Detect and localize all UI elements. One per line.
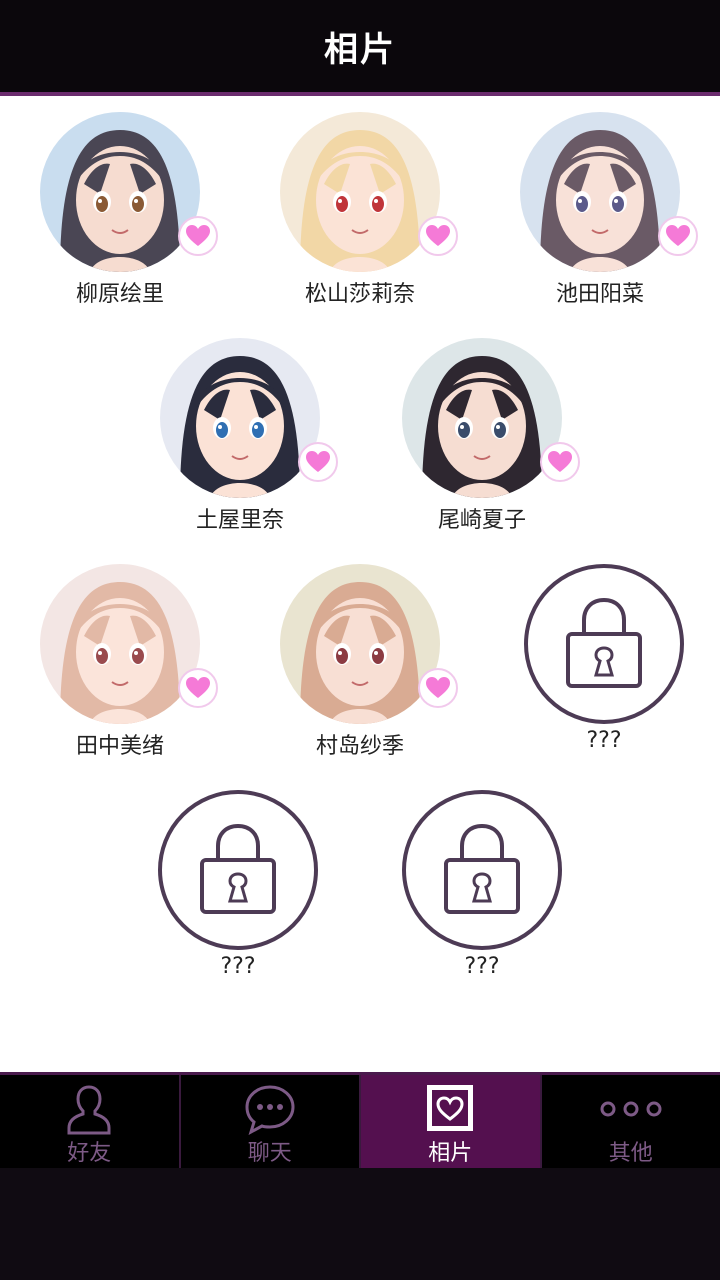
character-name: 柳原绘里 (75, 282, 164, 307)
heart-icon (298, 442, 338, 482)
bottom-tab-bar: 好友 聊天 相片 其他 (0, 1072, 720, 1168)
character-name: ??? (586, 728, 622, 753)
top-bar: 相片 (0, 0, 720, 96)
heart-icon (418, 668, 458, 708)
friend-icon (65, 1083, 113, 1135)
chat-bubble-icon (243, 1083, 297, 1135)
tab-label: 好友 (67, 1141, 112, 1166)
character-portrait[interactable] (520, 112, 680, 272)
locked-character-card[interactable]: ??? (118, 774, 358, 1000)
locked-character-card[interactable]: ??? (484, 548, 720, 774)
tab-friends[interactable]: 好友 (0, 1075, 181, 1168)
locked-portrait[interactable] (158, 790, 318, 950)
character-name: ??? (220, 954, 256, 979)
heart-icon (658, 216, 698, 256)
tab-photos[interactable]: 相片 (361, 1075, 542, 1168)
tab-label: 相片 (428, 1141, 473, 1166)
lock-icon (440, 818, 524, 922)
character-name: 池田阳菜 (555, 282, 644, 307)
character-card[interactable]: 松山莎莉奈 (240, 96, 480, 322)
character-card[interactable]: 池田阳菜 (480, 96, 720, 322)
character-portrait[interactable] (40, 112, 200, 272)
character-name: 村岛纱季 (315, 734, 404, 759)
character-grid: 柳原绘里 松山莎莉奈 池田阳菜 土屋里奈 尾崎夏子 田中美绪 村岛纱季 ??? … (0, 96, 720, 1072)
bottom-area (0, 1168, 720, 1280)
more-dots-icon (596, 1083, 666, 1135)
lock-icon (562, 592, 646, 696)
page-title: 相片 (324, 29, 396, 70)
heart-icon (178, 216, 218, 256)
character-portrait[interactable] (280, 564, 440, 724)
photo-heart-icon (423, 1083, 477, 1135)
character-name: 尾崎夏子 (437, 508, 526, 533)
character-name: 松山莎莉奈 (304, 282, 415, 307)
locked-portrait[interactable] (402, 790, 562, 950)
heart-icon (540, 442, 580, 482)
tab-label: 其他 (608, 1141, 653, 1166)
character-name: ??? (464, 954, 500, 979)
character-portrait[interactable] (40, 564, 200, 724)
character-name: 田中美绪 (75, 734, 164, 759)
character-card[interactable]: 尾崎夏子 (362, 322, 602, 548)
character-card[interactable]: 村岛纱季 (240, 548, 480, 774)
locked-portrait[interactable] (524, 564, 684, 724)
lock-icon (196, 818, 280, 922)
character-card[interactable]: 田中美绪 (0, 548, 240, 774)
character-card[interactable]: 柳原绘里 (0, 96, 240, 322)
heart-icon (418, 216, 458, 256)
tab-chat[interactable]: 聊天 (181, 1075, 361, 1168)
character-portrait[interactable] (402, 338, 562, 498)
character-card[interactable]: 土屋里奈 (120, 322, 360, 548)
locked-character-card[interactable]: ??? (362, 774, 602, 1000)
heart-icon (178, 668, 218, 708)
character-name: 土屋里奈 (195, 508, 284, 533)
character-portrait[interactable] (160, 338, 320, 498)
tab-label: 聊天 (247, 1141, 292, 1166)
tab-more[interactable]: 其他 (542, 1075, 720, 1168)
character-portrait[interactable] (280, 112, 440, 272)
